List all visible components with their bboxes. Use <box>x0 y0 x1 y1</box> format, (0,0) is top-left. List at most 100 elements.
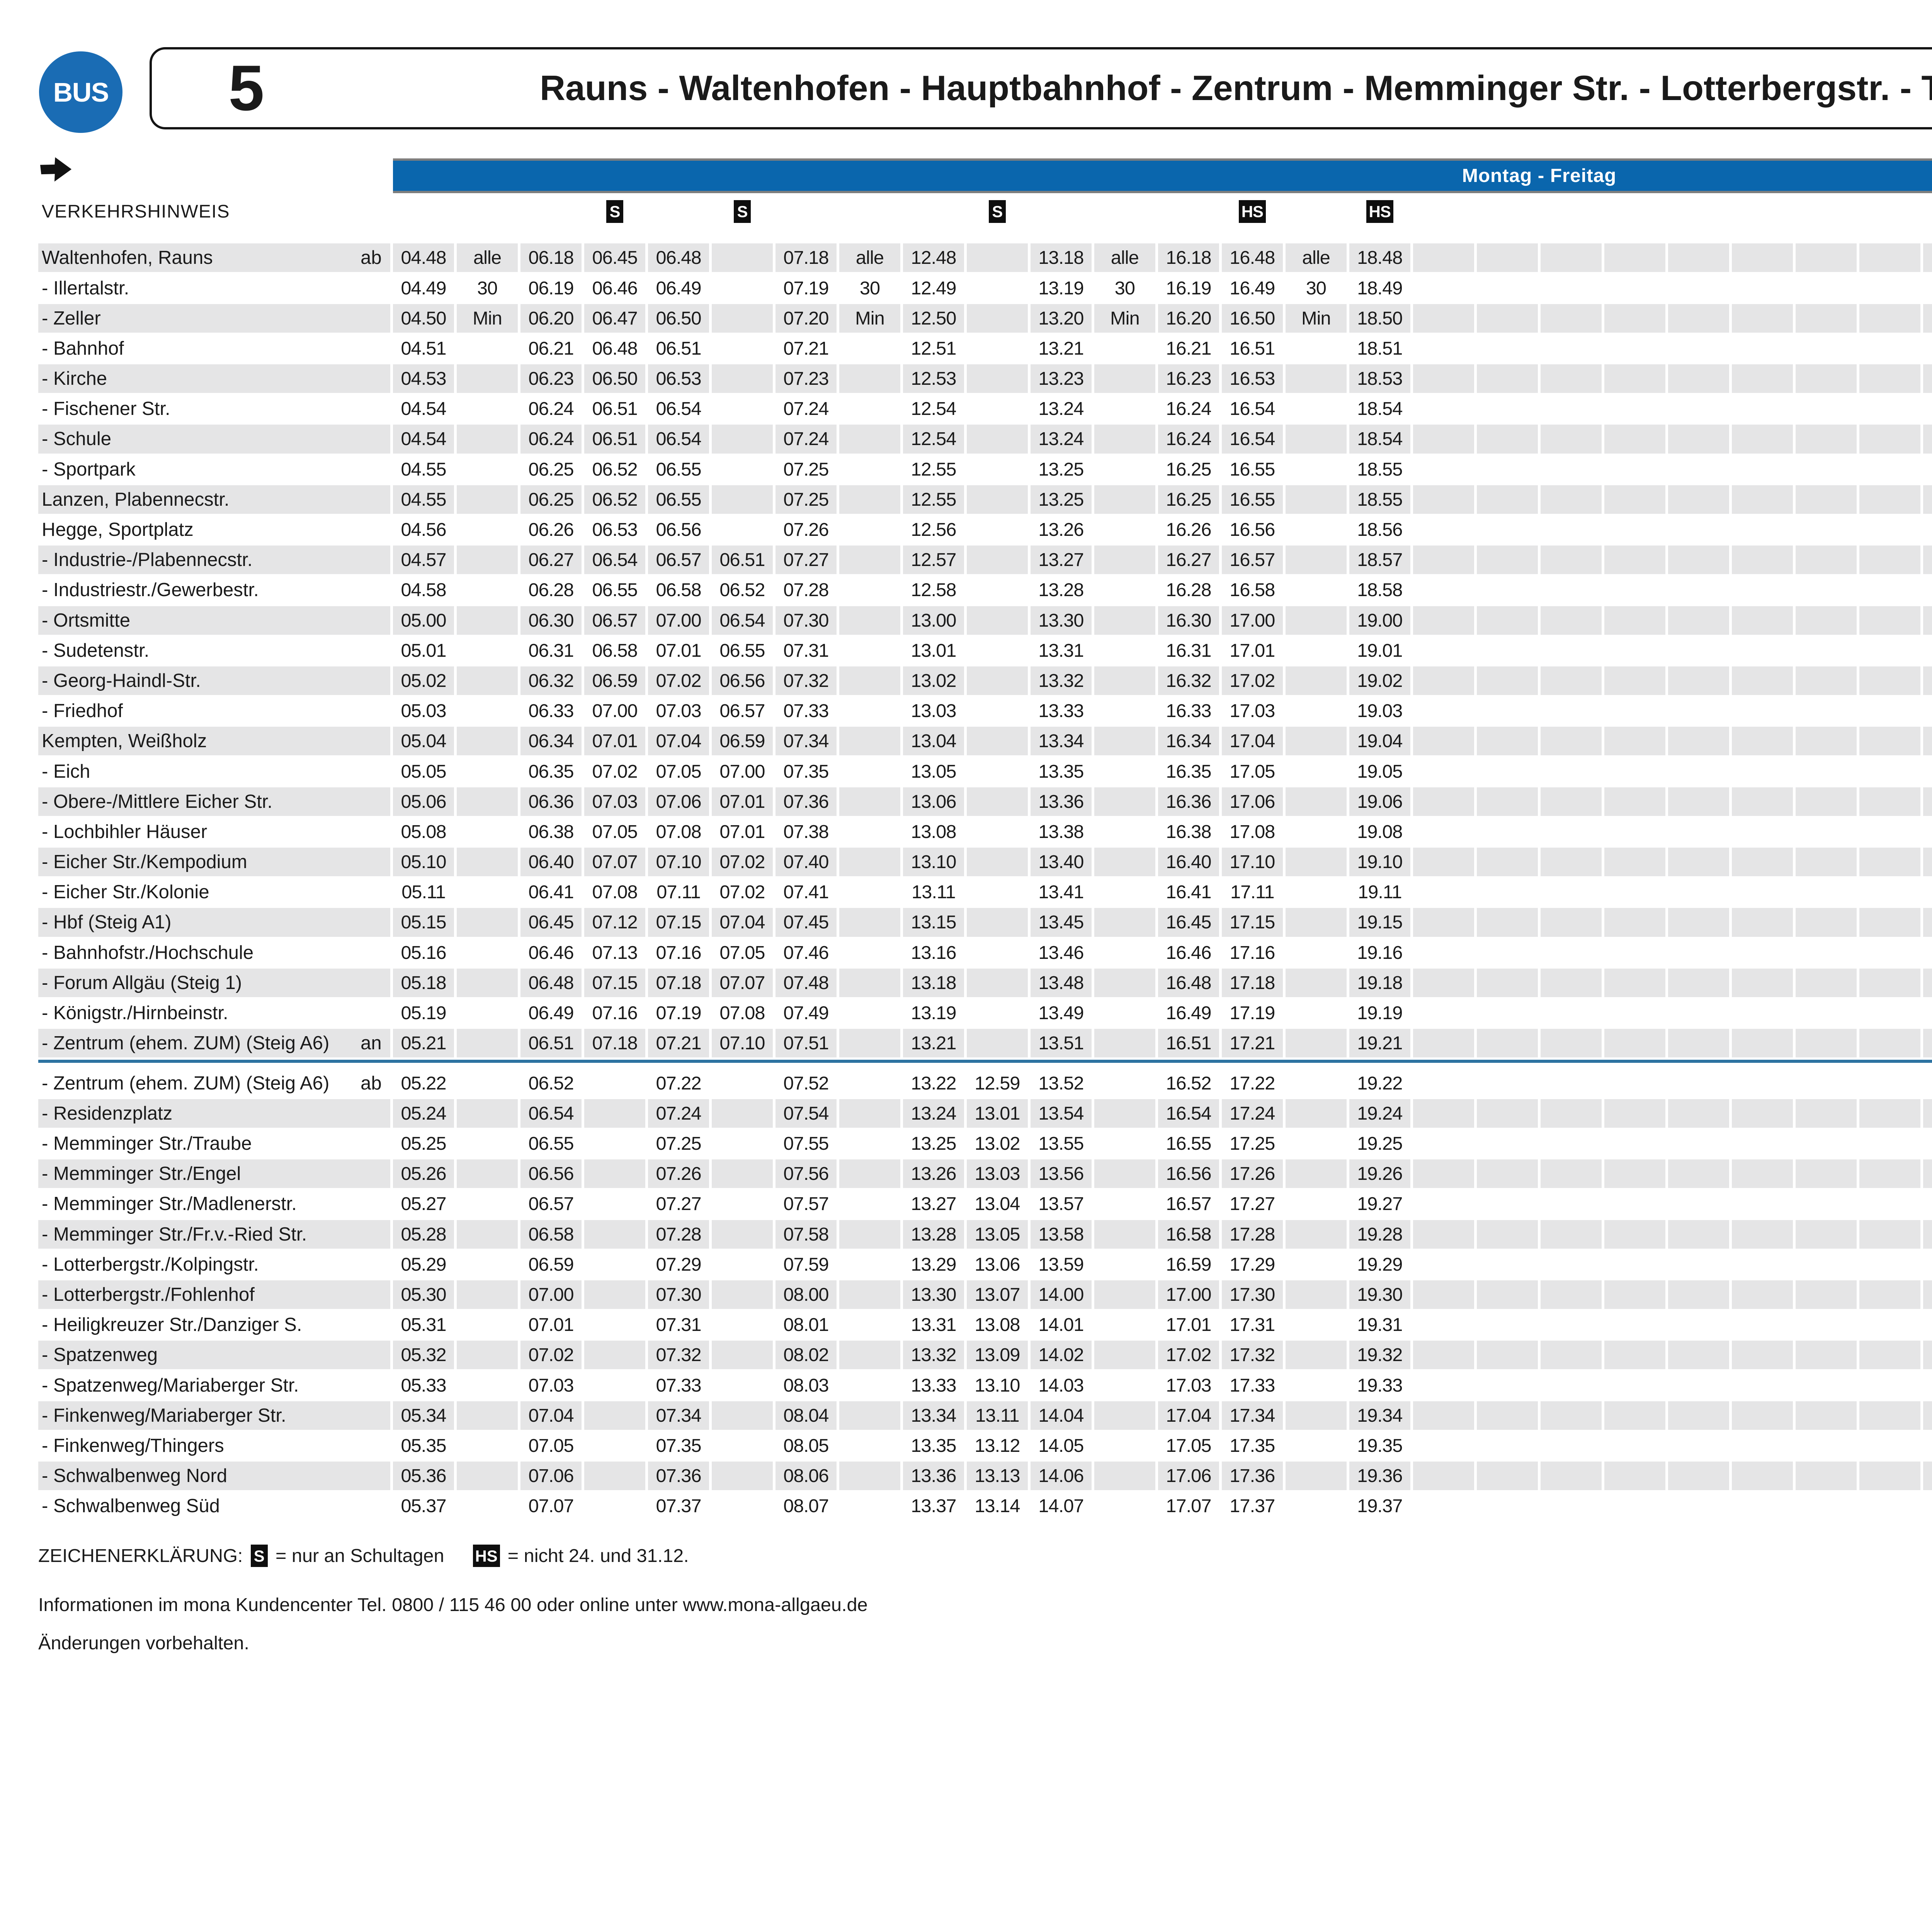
time-cell <box>1541 1159 1602 1188</box>
time-cell <box>1796 515 1857 544</box>
time-cell <box>1732 304 1793 333</box>
stop-name-cell: - Schwalbenweg Süd <box>38 1492 390 1520</box>
stop-name-cell: - Friedhof <box>38 697 390 725</box>
time-cell <box>712 1462 773 1490</box>
stop-name-cell: Lanzen, Plabennecstr. <box>38 485 390 514</box>
time-cell: 16.45 <box>1158 908 1219 936</box>
time-cell <box>1859 274 1920 303</box>
time-cell <box>1604 1431 1665 1460</box>
time-cell: 07.31 <box>776 636 837 665</box>
time-cell <box>967 848 1028 876</box>
time-cell: 07.37 <box>648 1492 709 1520</box>
time-cell <box>1541 455 1602 484</box>
time-cell <box>1604 546 1665 574</box>
time-cell <box>1094 455 1155 484</box>
time-cell: 16.31 <box>1158 636 1219 665</box>
time-cell <box>1859 455 1920 484</box>
time-cell: 17.04 <box>1222 727 1283 755</box>
time-cell: 13.38 <box>1031 817 1092 846</box>
time-cell: 07.08 <box>648 817 709 846</box>
time-cell: 07.00 <box>648 606 709 635</box>
time-cell <box>712 1341 773 1369</box>
time-cell <box>1477 1099 1538 1128</box>
stop-name-cell: Waltenhofen, Raunsab <box>38 243 390 272</box>
time-cell <box>1477 1069 1538 1098</box>
time-cell <box>712 455 773 484</box>
time-cell: 14.02 <box>1031 1341 1092 1369</box>
time-cell <box>1477 1220 1538 1249</box>
time-cell: 06.27 <box>520 546 582 574</box>
time-cell: 13.08 <box>967 1310 1028 1339</box>
time-cell: 07.58 <box>776 1220 837 1249</box>
time-cell <box>1668 1190 1729 1218</box>
time-cell: Min <box>1094 304 1155 333</box>
time-cell <box>1668 485 1729 514</box>
time-cell <box>839 848 900 876</box>
time-cell <box>712 1129 773 1158</box>
time-cell <box>584 1431 645 1460</box>
time-cell: 06.26 <box>520 515 582 544</box>
time-cell: 17.27 <box>1222 1190 1283 1218</box>
stop-name: - Zentrum (ehem. ZUM) (Steig A6) <box>42 1072 329 1094</box>
time-cell: 12.49 <box>903 274 964 303</box>
time-cell <box>1859 727 1920 755</box>
table-row: - Residenzplatz05.2406.5407.2407.5413.24… <box>38 1099 1932 1128</box>
time-cell: 13.54 <box>1031 1099 1092 1128</box>
time-cell <box>1477 817 1538 846</box>
time-cell: 18.50 <box>1349 304 1410 333</box>
time-cell <box>1732 1069 1793 1098</box>
time-cell: 17.18 <box>1222 969 1283 997</box>
time-cell: 06.18 <box>520 243 582 272</box>
time-cell <box>1286 364 1347 393</box>
stop-name: - Schule <box>42 428 111 450</box>
stop-name: - Friedhof <box>42 700 123 722</box>
time-cell <box>1732 455 1793 484</box>
time-cell: 13.05 <box>967 1220 1028 1249</box>
time-cell <box>1668 1099 1729 1128</box>
time-cell: 19.11 <box>1349 878 1410 906</box>
time-cell <box>1541 817 1602 846</box>
time-cell: 17.02 <box>1222 666 1283 695</box>
time-cell <box>1413 243 1474 272</box>
time-cell: 13.09 <box>967 1341 1028 1369</box>
time-cell <box>584 1129 645 1158</box>
time-cell <box>1796 606 1857 635</box>
time-cell: 04.50 <box>393 304 454 333</box>
time-cell: 16.54 <box>1222 394 1283 423</box>
time-cell <box>1923 1371 1932 1400</box>
time-cell <box>967 878 1028 906</box>
time-cell <box>1413 606 1474 635</box>
time-cell <box>1668 1492 1729 1520</box>
time-cell <box>712 1492 773 1520</box>
stop-name-cell: - Fischener Str. <box>38 394 390 423</box>
time-cell: 18.49 <box>1349 274 1410 303</box>
time-cell <box>1541 394 1602 423</box>
time-cell <box>1477 546 1538 574</box>
time-cell: 05.28 <box>393 1220 454 1249</box>
time-cell <box>1094 1431 1155 1460</box>
time-cell <box>839 1280 900 1309</box>
stop-name-cell: - Sportpark <box>38 455 390 484</box>
time-cell <box>1923 364 1932 393</box>
time-cell <box>967 817 1028 846</box>
time-cell <box>839 1099 900 1128</box>
time-cell <box>1477 999 1538 1027</box>
time-cell <box>1732 1492 1793 1520</box>
time-cell: 16.35 <box>1158 757 1219 786</box>
time-cell <box>967 485 1028 514</box>
time-cell: 13.27 <box>903 1190 964 1218</box>
time-cell <box>1477 364 1538 393</box>
time-cell <box>1413 1190 1474 1218</box>
time-cell: 06.58 <box>648 576 709 604</box>
time-cell: 06.57 <box>648 546 709 574</box>
symbol-cell: S <box>712 200 773 223</box>
time-cell: 13.40 <box>1031 848 1092 876</box>
time-cell: 06.55 <box>712 636 773 665</box>
symbol-cell <box>1413 200 1474 223</box>
time-cell <box>1732 938 1793 967</box>
time-cell <box>1859 1280 1920 1309</box>
time-cell: 06.35 <box>520 757 582 786</box>
time-cell <box>839 1220 900 1249</box>
table-row: - Spatzenweg05.3207.0207.3208.0213.3213.… <box>38 1341 1932 1369</box>
time-cell <box>1859 1492 1920 1520</box>
